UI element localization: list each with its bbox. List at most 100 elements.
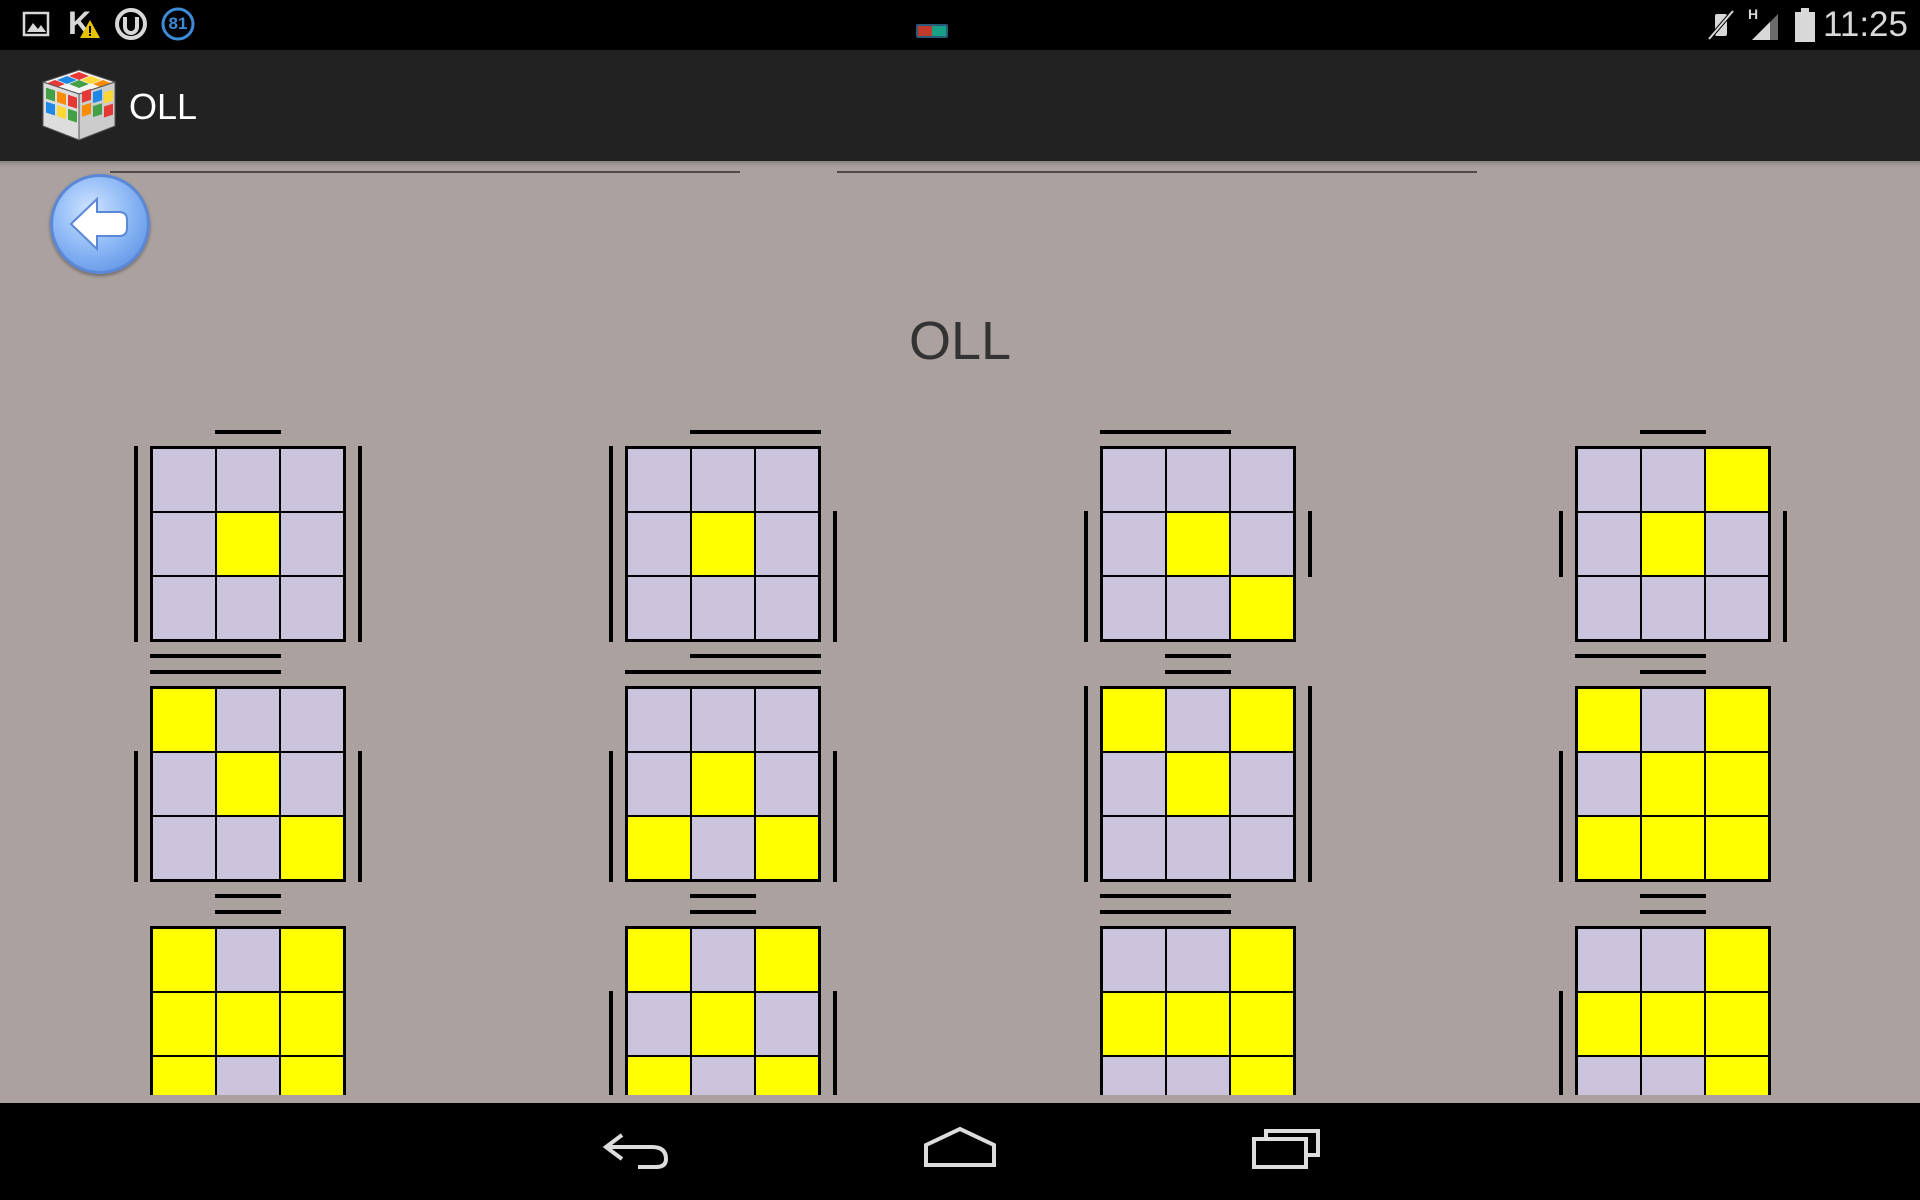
unoriented-sticker	[216, 448, 280, 512]
oll-case[interactable]	[1080, 907, 1400, 1095]
rubiks-cube-app-icon[interactable]	[38, 62, 120, 151]
cube-face	[150, 686, 346, 882]
edge-indicator	[1640, 430, 1706, 434]
oriented-sticker	[691, 512, 755, 576]
page-title: OLL	[908, 311, 1012, 371]
edge-indicator	[1165, 910, 1231, 914]
oll-case[interactable]	[1080, 427, 1400, 662]
cube-face	[1100, 446, 1296, 642]
notification-count-icon: 81	[160, 6, 196, 47]
unoriented-sticker	[1102, 816, 1166, 880]
unoriented-sticker	[152, 448, 216, 512]
unoriented-sticker	[1641, 448, 1705, 512]
edge-indicator	[150, 654, 216, 658]
edge-indicator	[1100, 910, 1166, 914]
oriented-sticker	[1166, 512, 1230, 576]
unoriented-sticker	[691, 576, 755, 640]
unoriented-sticker	[627, 752, 691, 816]
oriented-sticker	[691, 992, 755, 1056]
unoriented-sticker	[691, 688, 755, 752]
unoriented-sticker	[1166, 816, 1230, 880]
unoriented-sticker	[691, 816, 755, 880]
oriented-sticker	[1577, 816, 1641, 880]
oriented-sticker	[755, 816, 819, 880]
unoriented-sticker	[1230, 448, 1294, 512]
unoriented-sticker	[627, 688, 691, 752]
nav-recents-button[interactable]	[1250, 1125, 1322, 1180]
oll-case[interactable]	[1555, 667, 1875, 902]
action-bar	[0, 50, 1920, 161]
unoriented-sticker	[627, 992, 691, 1056]
unoriented-sticker	[1102, 576, 1166, 640]
edge-indicator	[215, 430, 281, 434]
oriented-sticker	[1230, 928, 1294, 992]
oll-case[interactable]	[1555, 907, 1875, 1095]
unoriented-sticker	[627, 512, 691, 576]
network-type: H	[1748, 6, 1759, 22]
oriented-sticker	[691, 752, 755, 816]
edge-indicator	[755, 654, 821, 658]
cube-face	[1575, 926, 1771, 1095]
cube-face	[1575, 446, 1771, 642]
oriented-sticker	[1705, 752, 1769, 816]
oriented-sticker	[1230, 992, 1294, 1056]
oriented-sticker	[280, 1056, 344, 1095]
nav-home-button[interactable]	[922, 1125, 998, 1180]
nav-back-button[interactable]	[600, 1125, 672, 1180]
oll-case[interactable]	[605, 667, 925, 902]
edge-indicator	[609, 446, 613, 642]
unoriented-sticker	[1577, 752, 1641, 816]
unoriented-sticker	[280, 448, 344, 512]
edge-indicator	[1165, 430, 1231, 434]
edge-indicator	[1165, 670, 1231, 674]
unoriented-sticker	[1166, 688, 1230, 752]
oriented-sticker	[1230, 576, 1294, 640]
edge-indicator	[358, 751, 362, 882]
oriented-sticker	[280, 992, 344, 1056]
edge-indicator	[215, 670, 281, 674]
action-bar-title: OLL	[129, 86, 198, 127]
edge-indicator	[215, 654, 281, 658]
edge-indicator	[1308, 511, 1312, 577]
unoriented-sticker	[152, 576, 216, 640]
screen-cast-icon	[916, 24, 948, 43]
edge-indicator	[833, 511, 837, 642]
oll-case[interactable]	[605, 907, 925, 1095]
oriented-sticker	[152, 992, 216, 1056]
oriented-sticker	[1166, 752, 1230, 816]
oriented-sticker	[216, 512, 280, 576]
cube-face	[625, 686, 821, 882]
oriented-sticker	[152, 928, 216, 992]
unoriented-sticker	[691, 1056, 755, 1095]
edge-indicator	[1640, 910, 1706, 914]
unoriented-sticker	[216, 576, 280, 640]
back-button[interactable]	[50, 174, 150, 274]
oll-case[interactable]	[1080, 667, 1400, 902]
edge-indicator	[215, 894, 281, 898]
status-bar: K 81 H 11:25	[0, 0, 1920, 50]
edge-indicator	[609, 751, 613, 882]
unoriented-sticker	[1166, 928, 1230, 992]
oriented-sticker	[1705, 928, 1769, 992]
oriented-sticker	[1641, 816, 1705, 880]
unoriented-sticker	[755, 992, 819, 1056]
unoriented-sticker	[1577, 1056, 1641, 1095]
oll-case[interactable]	[130, 427, 450, 662]
oll-case[interactable]	[605, 427, 925, 662]
oll-case[interactable]	[130, 667, 450, 902]
unoriented-sticker	[1102, 448, 1166, 512]
cube-face	[1100, 686, 1296, 882]
divider-line	[837, 171, 1477, 173]
unoriented-sticker	[1230, 512, 1294, 576]
edge-indicator	[690, 670, 756, 674]
oll-case[interactable]	[130, 907, 450, 1095]
signal-icon: H	[1748, 6, 1782, 47]
oll-case[interactable]	[1555, 427, 1875, 662]
unoriented-sticker	[1102, 928, 1166, 992]
unoriented-sticker	[691, 448, 755, 512]
kaspersky-warning-icon: K	[68, 5, 102, 45]
unoriented-sticker	[1577, 512, 1641, 576]
oll-case-list[interactable]	[0, 410, 1920, 1095]
unoriented-sticker	[1641, 1056, 1705, 1095]
unoriented-sticker	[1102, 752, 1166, 816]
